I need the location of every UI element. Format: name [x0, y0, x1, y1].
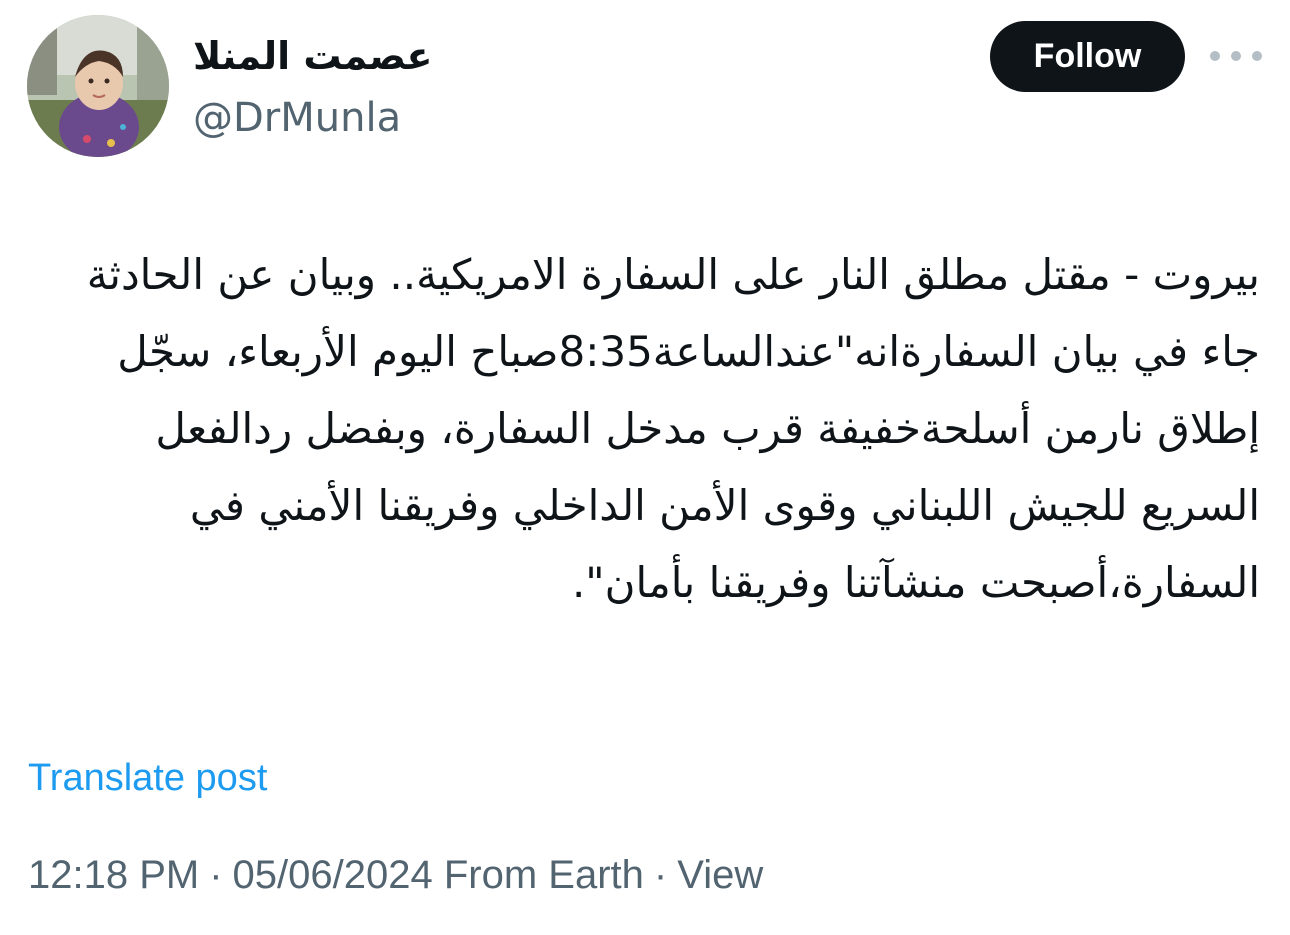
tweet-text: بيروت - مقتل مطلق النار على السفارة الام…: [28, 236, 1260, 621]
tweet-paragraph: بيروت - مقتل مطلق النار على السفارة الام…: [86, 250, 1260, 299]
tweet-source: From Earth: [443, 853, 644, 897]
meta-separator: ·: [209, 853, 223, 897]
avatar-image: [27, 15, 169, 157]
tweet-time[interactable]: 12:18 PM: [28, 853, 199, 897]
tweet-paragraph: جاء في بيان السفارةانه"عندالساعة8:35صباح…: [117, 327, 1260, 607]
more-dot: [1252, 51, 1262, 61]
more-horizontal-icon[interactable]: [1210, 41, 1262, 71]
author-display-name[interactable]: عصمت المنلا: [193, 28, 432, 84]
avatar[interactable]: [27, 15, 169, 157]
more-dot: [1231, 51, 1241, 61]
meta-separator: ·: [653, 853, 668, 897]
author-handle[interactable]: @DrMunla: [193, 90, 401, 146]
more-dot: [1210, 51, 1220, 61]
view-link[interactable]: View: [677, 853, 763, 897]
translate-post-link[interactable]: Translate post: [28, 752, 267, 804]
follow-button[interactable]: Follow: [990, 21, 1185, 92]
tweet-date[interactable]: 05/06/2024: [233, 853, 433, 897]
tweet-meta: 12:18 PM · 05/06/2024 From Earth · View: [28, 848, 763, 902]
